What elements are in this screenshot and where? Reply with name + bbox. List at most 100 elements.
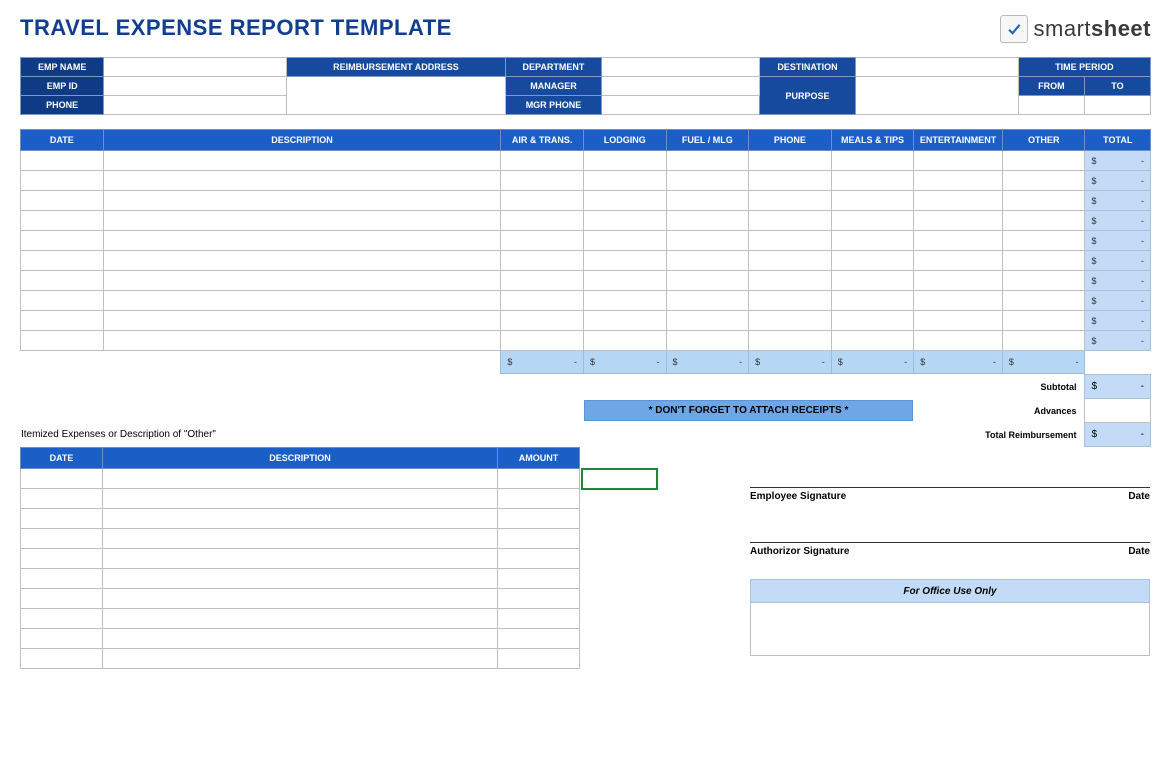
itemized-cell[interactable] xyxy=(21,649,103,669)
expense-cell[interactable] xyxy=(831,311,914,331)
expense-cell[interactable] xyxy=(583,271,666,291)
expense-cell[interactable] xyxy=(103,311,501,331)
expense-cell[interactable] xyxy=(831,291,914,311)
itemized-cell[interactable] xyxy=(103,469,498,489)
expense-cell[interactable] xyxy=(501,251,584,271)
expense-cell[interactable] xyxy=(501,231,584,251)
itemized-cell[interactable] xyxy=(498,489,580,509)
expense-cell[interactable] xyxy=(831,151,914,171)
expense-cell[interactable] xyxy=(583,251,666,271)
expense-cell[interactable] xyxy=(103,251,501,271)
expense-cell[interactable] xyxy=(501,311,584,331)
itemized-cell[interactable] xyxy=(498,649,580,669)
expense-cell[interactable] xyxy=(103,171,501,191)
destination-field[interactable] xyxy=(856,58,1019,77)
itemized-cell[interactable] xyxy=(498,589,580,609)
expense-cell[interactable] xyxy=(914,211,1003,231)
itemized-cell[interactable] xyxy=(103,649,498,669)
expense-cell[interactable] xyxy=(501,271,584,291)
expense-cell[interactable] xyxy=(914,191,1003,211)
expense-cell[interactable] xyxy=(666,231,749,251)
expense-cell[interactable] xyxy=(583,151,666,171)
expense-cell[interactable] xyxy=(914,251,1003,271)
expense-cell[interactable] xyxy=(1002,291,1085,311)
phone-field[interactable] xyxy=(104,96,287,115)
from-field[interactable] xyxy=(1018,96,1084,115)
expense-cell[interactable] xyxy=(103,271,501,291)
expense-cell[interactable] xyxy=(21,251,104,271)
to-field[interactable] xyxy=(1084,96,1150,115)
itemized-cell[interactable] xyxy=(498,569,580,589)
expense-cell[interactable] xyxy=(666,171,749,191)
itemized-cell[interactable] xyxy=(21,509,103,529)
expense-cell[interactable] xyxy=(583,231,666,251)
expense-cell[interactable] xyxy=(666,251,749,271)
itemized-cell[interactable] xyxy=(103,569,498,589)
expense-cell[interactable] xyxy=(1002,331,1085,351)
expense-cell[interactable] xyxy=(914,231,1003,251)
expense-cell[interactable] xyxy=(1002,251,1085,271)
advances-field[interactable] xyxy=(1085,399,1151,423)
expense-cell[interactable] xyxy=(749,291,832,311)
expense-cell[interactable] xyxy=(749,231,832,251)
itemized-cell[interactable] xyxy=(21,529,103,549)
itemized-cell[interactable] xyxy=(498,469,580,489)
expense-cell[interactable] xyxy=(831,331,914,351)
itemized-cell[interactable] xyxy=(21,629,103,649)
expense-cell[interactable] xyxy=(666,191,749,211)
expense-cell[interactable] xyxy=(749,171,832,191)
expense-cell[interactable] xyxy=(21,311,104,331)
expense-cell[interactable] xyxy=(21,171,104,191)
expense-cell[interactable] xyxy=(583,171,666,191)
expense-cell[interactable] xyxy=(21,331,104,351)
expense-cell[interactable] xyxy=(914,151,1003,171)
itemized-cell[interactable] xyxy=(103,529,498,549)
expense-cell[interactable] xyxy=(501,191,584,211)
expense-cell[interactable] xyxy=(831,171,914,191)
reimb-addr-field[interactable] xyxy=(287,77,505,115)
expense-cell[interactable] xyxy=(914,171,1003,191)
expense-cell[interactable] xyxy=(831,251,914,271)
expense-cell[interactable] xyxy=(749,271,832,291)
expense-cell[interactable] xyxy=(1002,231,1085,251)
itemized-cell[interactable] xyxy=(21,609,103,629)
expense-cell[interactable] xyxy=(21,191,104,211)
expense-cell[interactable] xyxy=(501,171,584,191)
expense-cell[interactable] xyxy=(666,271,749,291)
expense-cell[interactable] xyxy=(749,331,832,351)
expense-cell[interactable] xyxy=(749,211,832,231)
office-use-field[interactable] xyxy=(751,603,1150,656)
expense-cell[interactable] xyxy=(1002,271,1085,291)
expense-cell[interactable] xyxy=(583,211,666,231)
expense-cell[interactable] xyxy=(21,211,104,231)
expense-cell[interactable] xyxy=(666,211,749,231)
expense-cell[interactable] xyxy=(103,191,501,211)
mgr-phone-field[interactable] xyxy=(602,96,760,115)
expense-cell[interactable] xyxy=(666,151,749,171)
expense-cell[interactable] xyxy=(831,211,914,231)
expense-cell[interactable] xyxy=(21,271,104,291)
itemized-cell[interactable] xyxy=(498,549,580,569)
purpose-field[interactable] xyxy=(856,77,1019,115)
department-field[interactable] xyxy=(602,58,760,77)
expense-cell[interactable] xyxy=(583,291,666,311)
active-cell-selection[interactable] xyxy=(581,468,658,490)
expense-cell[interactable] xyxy=(21,231,104,251)
manager-field[interactable] xyxy=(602,77,760,96)
expense-cell[interactable] xyxy=(501,331,584,351)
expense-cell[interactable] xyxy=(103,331,501,351)
expense-cell[interactable] xyxy=(501,151,584,171)
expense-cell[interactable] xyxy=(831,231,914,251)
expense-cell[interactable] xyxy=(1002,211,1085,231)
expense-cell[interactable] xyxy=(103,151,501,171)
expense-cell[interactable] xyxy=(666,331,749,351)
expense-cell[interactable] xyxy=(749,151,832,171)
itemized-cell[interactable] xyxy=(498,529,580,549)
expense-cell[interactable] xyxy=(914,271,1003,291)
emp-id-field[interactable] xyxy=(104,77,287,96)
expense-cell[interactable] xyxy=(501,211,584,231)
itemized-cell[interactable] xyxy=(103,509,498,529)
expense-cell[interactable] xyxy=(501,291,584,311)
expense-cell[interactable] xyxy=(21,151,104,171)
expense-cell[interactable] xyxy=(831,191,914,211)
